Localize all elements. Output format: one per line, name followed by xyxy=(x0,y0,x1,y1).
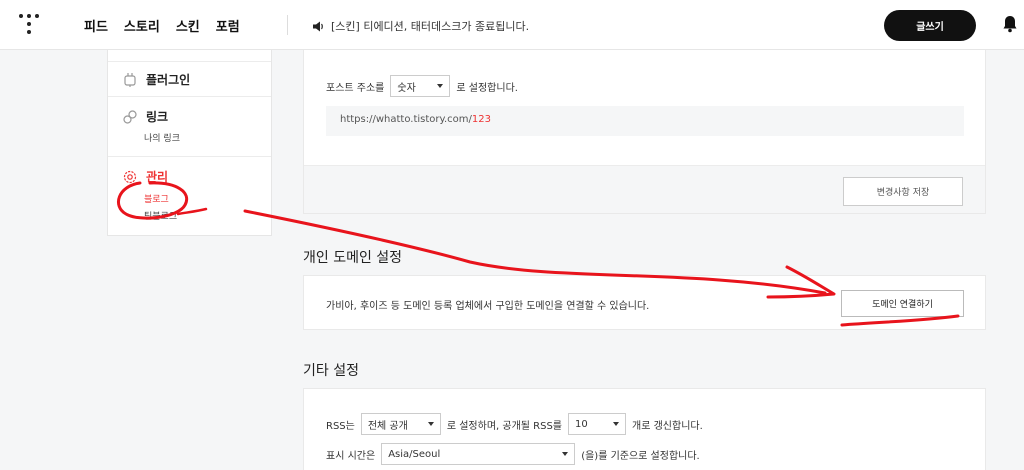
top-header: 피드 스토리 스킨 포럼 [스킨] 티에디션, 태터데스크가 종료됩니다. 글쓰… xyxy=(0,0,1024,50)
time-line: 표시 시간은 Asia/Seoul (을)를 기준으로 설정합니다. xyxy=(326,443,700,465)
time-prefix: 표시 시간은 xyxy=(326,450,376,462)
time-suffix: (을)를 기준으로 설정합니다. xyxy=(581,450,700,462)
nav-story[interactable]: 스토리 xyxy=(124,16,160,35)
header-divider xyxy=(287,15,288,35)
post-address-suffix: 로 설정합니다. xyxy=(456,82,518,94)
post-address-prefix: 포스트 주소를 xyxy=(326,82,385,94)
rss-line: RSS는 전체 공개 로 설정하며, 공개될 RSS를 10 개로 갱신합니다. xyxy=(326,413,703,435)
post-address-select-value: 숫자 xyxy=(397,82,416,94)
speaker-icon xyxy=(313,21,323,31)
sidebar-item-manage[interactable]: 관리 블로그 팀블로그 xyxy=(108,157,271,235)
settings-sidebar: 플러그인 링크 나의 링크 관리 블로그 팀블로그 xyxy=(107,50,272,236)
etc-section-title: 기타 설정 xyxy=(303,363,359,379)
plug-icon xyxy=(124,72,136,87)
caret-down-icon xyxy=(437,84,444,88)
post-address-line: 포스트 주소를 숫자 로 설정합니다. xyxy=(326,75,518,97)
timezone-value: Asia/Seoul xyxy=(388,448,441,460)
sidebar-sub-my-link[interactable]: 나의 링크 xyxy=(144,131,180,144)
sidebar-item-plugin[interactable]: 플러그인 xyxy=(108,62,271,97)
url-base: https://whatto.tistory.com/ xyxy=(340,114,472,125)
domain-card: 가비아, 후이즈 등 도메인 등록 업체에서 구입한 도메인을 연결할 수 있습… xyxy=(303,275,986,330)
sidebar-item-link[interactable]: 링크 나의 링크 xyxy=(108,97,271,157)
rss-visibility-select[interactable]: 전체 공개 xyxy=(360,413,441,435)
sidebar-sub-team-blog[interactable]: 팀블로그 xyxy=(144,209,177,222)
save-changes-button[interactable]: 변경사항 저장 xyxy=(843,177,963,206)
domain-desc: 가비아, 후이즈 등 도메인 등록 업체에서 구입한 도메인을 연결할 수 있습… xyxy=(326,301,650,312)
url-preview: https://whatto.tistory.com/123 xyxy=(326,106,964,136)
rss-count-value: 10 xyxy=(575,418,588,430)
rss-prefix: RSS는 xyxy=(326,420,355,432)
sidebar-item-label: 링크 xyxy=(146,110,169,124)
main-nav: 피드 스토리 스킨 포럼 xyxy=(84,16,256,35)
post-address-card: 포스트 주소를 숫자 로 설정합니다. https://whatto.tisto… xyxy=(303,50,986,214)
caret-down-icon xyxy=(562,452,569,456)
caret-down-icon xyxy=(613,422,620,426)
sidebar-top-strip xyxy=(108,50,271,62)
nav-feed[interactable]: 피드 xyxy=(84,16,108,35)
notice-text[interactable]: [스킨] 티에디션, 태터데스크가 종료됩니다. xyxy=(331,18,529,34)
post-address-footer: 변경사항 저장 xyxy=(304,165,985,213)
rss-suffix: 개로 갱신합니다. xyxy=(632,420,703,432)
domain-section-title: 개인 도메인 설정 xyxy=(303,250,403,266)
post-address-select[interactable]: 숫자 xyxy=(390,75,451,97)
caret-down-icon xyxy=(427,422,434,426)
gear-icon xyxy=(123,170,137,183)
sidebar-sub-blog[interactable]: 블로그 xyxy=(144,192,169,205)
rss-mid: 로 설정하며, 공개될 RSS를 xyxy=(446,420,563,432)
nav-forum[interactable]: 포럼 xyxy=(216,16,240,35)
write-post-button[interactable]: 글쓰기 xyxy=(884,10,976,41)
sidebar-item-label: 관리 xyxy=(146,170,169,184)
notice-banner[interactable]: [스킨] 티에디션, 태터데스크가 종료됩니다. xyxy=(313,18,529,34)
tistory-logo-icon[interactable] xyxy=(19,14,39,36)
sidebar-item-label: 플러그인 xyxy=(146,73,191,87)
url-num: 123 xyxy=(471,114,492,125)
connect-domain-button[interactable]: 도메인 연결하기 xyxy=(841,290,964,317)
etc-card: RSS는 전체 공개 로 설정하며, 공개될 RSS를 10 개로 갱신합니다.… xyxy=(303,388,986,470)
link-icon xyxy=(123,109,137,124)
timezone-select[interactable]: Asia/Seoul xyxy=(381,443,576,465)
nav-skin[interactable]: 스킨 xyxy=(176,16,200,35)
rss-count-select[interactable]: 10 xyxy=(568,413,627,435)
rss-visibility-value: 전체 공개 xyxy=(367,420,408,432)
bell-icon[interactable] xyxy=(1002,15,1018,33)
